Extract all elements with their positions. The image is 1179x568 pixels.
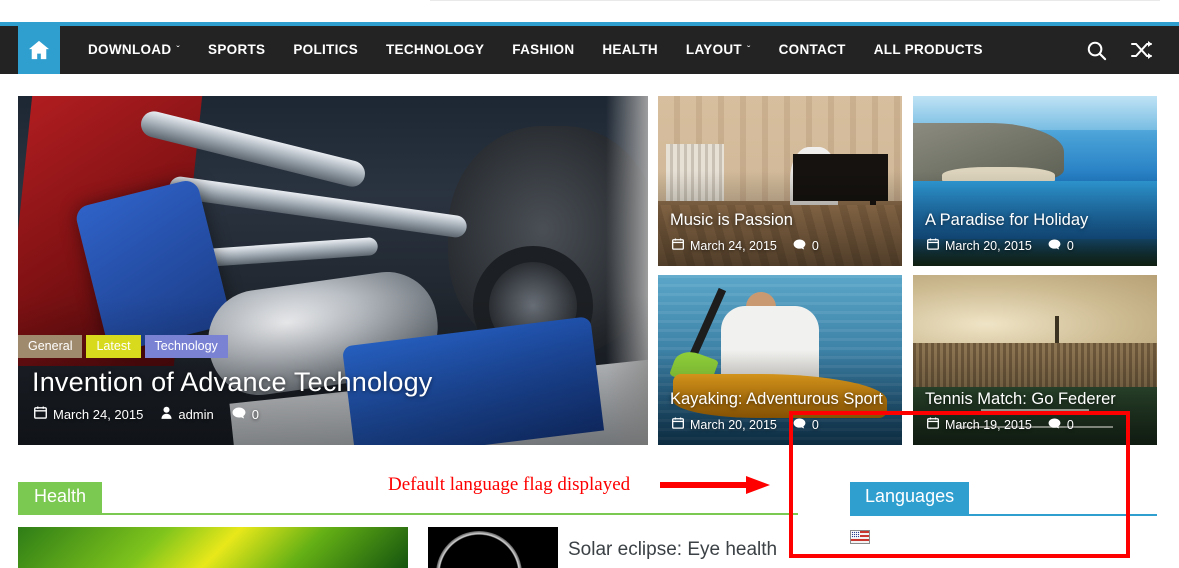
search-icon[interactable] <box>1086 40 1107 61</box>
nav-item-contact[interactable]: CONTACT <box>765 26 860 74</box>
content-area: General Latest Technology Invention of A… <box>18 96 1157 445</box>
featured-thumb-music[interactable]: Music is Passion March 24, 2015 0 <box>658 96 902 266</box>
hero-slide[interactable]: General Latest Technology Invention of A… <box>18 96 648 445</box>
calendar-icon <box>34 406 47 422</box>
category-tag-general[interactable]: General <box>18 334 83 358</box>
nav-label: DOWNLOAD <box>88 42 172 57</box>
health-section-title[interactable]: Health <box>18 482 103 514</box>
main-navigation: DOWNLOAD ˇ SPORTS POLITICS TECHNOLOGY FA… <box>0 26 1179 74</box>
health-post-image[interactable] <box>18 527 408 568</box>
thumb-comments: 0 <box>1048 418 1074 432</box>
languages-widget-title: Languages <box>850 482 970 514</box>
thumb-comment-count: 0 <box>1066 238 1074 253</box>
thumb-meta: March 20, 2015 0 <box>927 238 1074 253</box>
home-button[interactable] <box>18 26 60 74</box>
featured-thumb-paradise[interactable]: A Paradise for Holiday March 20, 2015 0 <box>913 96 1157 266</box>
thumb-date-label: March 19, 2015 <box>945 417 1032 432</box>
nav-label: CONTACT <box>778 42 846 57</box>
comment-icon <box>1048 418 1061 432</box>
thumb-comments: 0 <box>793 239 819 253</box>
chevron-down-icon: ˇ <box>176 45 181 56</box>
nav-item-politics[interactable]: POLITICS <box>279 26 372 74</box>
thumb-date-label: March 20, 2015 <box>690 417 777 432</box>
nav-item-layout[interactable]: LAYOUT ˇ <box>672 26 765 74</box>
languages-widget-divider <box>850 514 1157 516</box>
comment-icon <box>1048 239 1061 253</box>
hero-author-label: admin <box>178 406 214 422</box>
nav-label: POLITICS <box>293 42 358 57</box>
user-icon <box>161 406 172 422</box>
chevron-down-icon: ˇ <box>746 45 751 56</box>
thumb-title[interactable]: Kayaking: Adventurous Sport <box>670 390 883 409</box>
page-root: DOWNLOAD ˇ SPORTS POLITICS TECHNOLOGY FA… <box>0 0 1179 568</box>
nav-item-all-products[interactable]: ALL PRODUCTS <box>860 26 997 74</box>
thumb-title[interactable]: A Paradise for Holiday <box>925 211 1088 230</box>
hero-title[interactable]: Invention of Advance Technology <box>32 367 433 398</box>
hero-date-label: March 24, 2015 <box>53 406 144 422</box>
featured-thumb-tennis[interactable]: Tennis Match: Go Federer March 19, 2015 … <box>913 275 1157 445</box>
hero-author: admin <box>161 406 214 422</box>
languages-widget-header: Languages <box>850 482 1157 516</box>
calendar-icon <box>927 238 939 253</box>
thumb-comments: 0 <box>1048 239 1074 253</box>
category-tag-latest[interactable]: Latest <box>86 334 141 358</box>
hero-meta: March 24, 2015 admin 0 <box>34 406 259 422</box>
nav-label: LAYOUT <box>685 42 742 57</box>
nav-item-sports[interactable]: SPORTS <box>194 26 279 74</box>
comment-icon <box>793 239 806 253</box>
thumb-date-label: March 20, 2015 <box>945 238 1032 253</box>
nav-label: ALL PRODUCTS <box>873 42 983 57</box>
calendar-icon <box>927 417 939 432</box>
nav-actions <box>1086 26 1179 74</box>
nav-label: HEALTH <box>602 42 658 57</box>
featured-grid: General Latest Technology Invention of A… <box>18 96 1157 445</box>
thumb-meta: March 24, 2015 0 <box>672 238 819 253</box>
top-divider <box>430 0 1160 1</box>
shuffle-icon[interactable] <box>1131 41 1153 59</box>
comment-icon <box>232 407 246 422</box>
site-header: DOWNLOAD ˇ SPORTS POLITICS TECHNOLOGY FA… <box>0 22 1179 74</box>
comment-icon <box>793 418 806 432</box>
hero-comments: 0 <box>232 407 259 422</box>
nav-label: FASHION <box>512 42 575 57</box>
thumb-date: March 24, 2015 <box>672 238 777 253</box>
flag-canton <box>851 531 860 538</box>
thumb-date: March 20, 2015 <box>672 417 777 432</box>
nav-label: TECHNOLOGY <box>386 42 485 57</box>
eclipse-graphic <box>436 531 522 568</box>
health-section-divider <box>18 513 798 515</box>
nav-item-list: DOWNLOAD ˇ SPORTS POLITICS TECHNOLOGY FA… <box>74 26 997 74</box>
thumb-meta: March 20, 2015 0 <box>672 417 819 432</box>
thumb-title[interactable]: Music is Passion <box>670 211 793 230</box>
nav-item-fashion[interactable]: FASHION <box>498 26 588 74</box>
category-tag-technology[interactable]: Technology <box>144 334 228 358</box>
thumb-date: March 20, 2015 <box>927 238 1032 253</box>
united-states-flag-icon[interactable] <box>850 530 870 544</box>
hero-category-tags: General Latest Technology <box>18 334 228 358</box>
thumb-comments: 0 <box>793 418 819 432</box>
nav-item-download[interactable]: DOWNLOAD ˇ <box>74 26 194 74</box>
featured-thumb-kayaking[interactable]: Kayaking: Adventurous Sport March 20, 20… <box>658 275 902 445</box>
home-icon <box>28 40 50 60</box>
annotation-label: Default language flag displayed <box>388 474 631 495</box>
solar-eclipse-post-title[interactable]: Solar eclipse: Eye health <box>568 538 818 563</box>
hero-comment-count: 0 <box>251 406 259 422</box>
thumb-meta: March 19, 2015 0 <box>927 417 1074 432</box>
languages-widget-body <box>850 530 870 544</box>
thumb-comment-count: 0 <box>811 417 819 432</box>
thumb-date-label: March 24, 2015 <box>690 238 777 253</box>
thumb-title[interactable]: Tennis Match: Go Federer <box>925 390 1116 409</box>
thumb-date: March 19, 2015 <box>927 417 1032 432</box>
nav-label: SPORTS <box>208 42 266 57</box>
nav-item-health[interactable]: HEALTH <box>588 26 672 74</box>
thumb-comment-count: 0 <box>811 238 819 253</box>
annotation-arrow-icon <box>660 475 772 495</box>
hero-date: March 24, 2015 <box>34 406 143 422</box>
nav-item-technology[interactable]: TECHNOLOGY <box>372 26 498 74</box>
calendar-icon <box>672 238 684 253</box>
thumb-comment-count: 0 <box>1066 417 1074 432</box>
solar-eclipse-thumbnail[interactable] <box>428 527 558 568</box>
calendar-icon <box>672 417 684 432</box>
